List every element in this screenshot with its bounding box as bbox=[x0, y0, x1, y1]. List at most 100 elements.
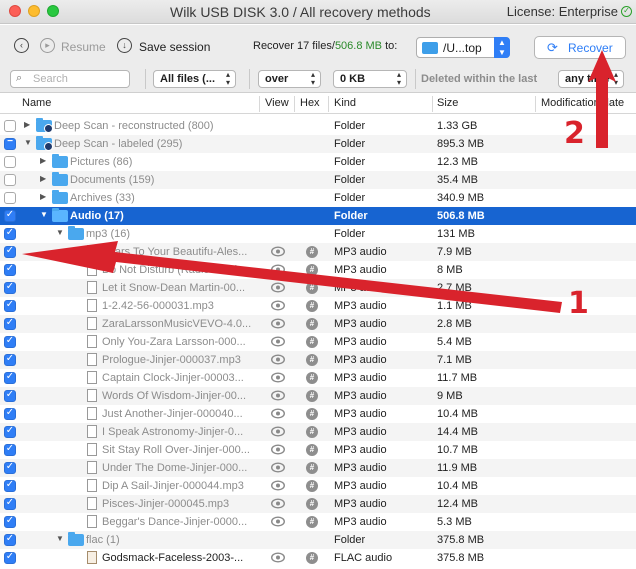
column-view[interactable]: View bbox=[265, 97, 289, 109]
hex-view-icon[interactable]: # bbox=[306, 246, 318, 258]
preview-eye-icon[interactable] bbox=[271, 390, 285, 401]
preview-eye-icon[interactable] bbox=[271, 264, 285, 275]
preview-eye-icon[interactable] bbox=[271, 426, 285, 437]
column-divider[interactable] bbox=[535, 96, 536, 112]
back-icon[interactable]: ‹ bbox=[14, 38, 29, 53]
table-row[interactable]: ✓ Sit Stay Roll Over-Jinjer-000... # MP3 au… bbox=[0, 441, 636, 459]
disclosure-right-icon[interactable]: ▶ bbox=[40, 156, 46, 165]
hex-view-icon[interactable]: # bbox=[306, 336, 318, 348]
table-row[interactable]: ✓ Scars To Your Beautifu-Ales... # MP3 audi… bbox=[0, 243, 636, 261]
table-row[interactable]: ✓ ZaraLarssonMusicVEVO-4.0... # MP3 audio 2.… bbox=[0, 315, 636, 333]
column-name[interactable]: Name bbox=[22, 97, 51, 109]
resume-icon[interactable]: ▸ bbox=[40, 38, 55, 53]
table-row[interactable]: ✓ Dip A Sail-Jinjer-000044.mp3 # MP3 audio 1… bbox=[0, 477, 636, 495]
row-checkbox[interactable]: ✓ bbox=[4, 335, 16, 348]
table-row[interactable]: ▶ Archives (33) Folder 340.9 MB bbox=[0, 189, 636, 207]
table-row[interactable]: ✓ Beggar's Dance-Jinjer-0000... # MP3 audio… bbox=[0, 513, 636, 531]
save-session-icon[interactable]: ↓ bbox=[117, 38, 132, 53]
row-checkbox[interactable] bbox=[4, 120, 16, 132]
row-checkbox[interactable]: ✓ bbox=[4, 443, 16, 456]
disclosure-right-icon[interactable]: ▶ bbox=[40, 174, 46, 183]
column-divider[interactable] bbox=[294, 96, 295, 112]
hex-view-icon[interactable]: # bbox=[306, 354, 318, 366]
row-checkbox[interactable]: − bbox=[4, 136, 16, 150]
table-row[interactable]: ✓ ▼ flac (1) Folder 375.8 MB bbox=[0, 531, 636, 549]
disclosure-down-icon[interactable]: ▼ bbox=[56, 534, 64, 543]
row-checkbox[interactable]: ✓ bbox=[4, 515, 16, 528]
hex-view-icon[interactable]: # bbox=[306, 516, 318, 528]
row-checkbox[interactable]: ✓ bbox=[4, 497, 16, 510]
table-row[interactable]: ✓ Pisces-Jinjer-000045.mp3 # MP3 audio 12.4 … bbox=[0, 495, 636, 513]
row-checkbox[interactable]: ✓ bbox=[4, 425, 16, 438]
hex-view-icon[interactable]: # bbox=[306, 462, 318, 474]
column-kind[interactable]: Kind bbox=[334, 97, 356, 109]
preview-eye-icon[interactable] bbox=[271, 318, 285, 329]
table-row[interactable]: ✓ Let it Snow-Dean Martin-00... # MP3 audio… bbox=[0, 279, 636, 297]
disclosure-down-icon[interactable]: ▼ bbox=[56, 228, 64, 237]
disclosure-down-icon[interactable]: ▼ bbox=[40, 210, 48, 219]
hex-view-icon[interactable]: # bbox=[306, 372, 318, 384]
disclosure-right-icon[interactable]: ▶ bbox=[24, 120, 30, 129]
row-checkbox[interactable]: ✓ bbox=[4, 533, 16, 546]
resume-button[interactable]: Resume bbox=[61, 40, 106, 54]
row-checkbox[interactable]: ✓ bbox=[4, 371, 16, 384]
hex-view-icon[interactable]: # bbox=[306, 552, 318, 564]
row-checkbox[interactable]: ✓ bbox=[4, 281, 16, 294]
row-checkbox[interactable]: ✓ bbox=[4, 245, 16, 258]
search-input[interactable] bbox=[33, 72, 127, 86]
row-checkbox[interactable]: ✓ bbox=[4, 407, 16, 420]
column-modification-date[interactable]: Modification date bbox=[541, 97, 624, 109]
row-checkbox[interactable]: ✓ bbox=[4, 353, 16, 366]
table-row[interactable]: ✓ Do Not Disturb (Radio Versio... # MP3 aud… bbox=[0, 261, 636, 279]
row-checkbox[interactable]: ✓ bbox=[4, 209, 16, 222]
column-divider[interactable] bbox=[432, 96, 433, 112]
column-divider[interactable] bbox=[328, 96, 329, 112]
row-checkbox[interactable]: ✓ bbox=[4, 551, 16, 564]
preview-eye-icon[interactable] bbox=[271, 498, 285, 509]
maximize-window-button[interactable] bbox=[47, 5, 59, 17]
preview-eye-icon[interactable] bbox=[271, 480, 285, 491]
table-row[interactable]: − ▼ Deep Scan - labeled (295) Folder 895… bbox=[0, 135, 636, 153]
table-row[interactable]: ▶ Documents (159) Folder 35.4 MB bbox=[0, 171, 636, 189]
preview-eye-icon[interactable] bbox=[271, 354, 285, 365]
size-value-select[interactable]: 0 KB ▴ ▾ bbox=[333, 70, 407, 88]
disclosure-right-icon[interactable]: ▶ bbox=[40, 192, 46, 201]
time-range-select[interactable]: any time ▴ ▾ bbox=[558, 70, 624, 88]
table-row[interactable]: ✓ Prologue-Jinjer-000037.mp3 # MP3 audio 7.1… bbox=[0, 351, 636, 369]
table-row[interactable]: ✓ Only You-Zara Larsson-000... # MP3 audio 5… bbox=[0, 333, 636, 351]
hex-view-icon[interactable]: # bbox=[306, 426, 318, 438]
file-type-select[interactable]: All files (... ▴ ▾ bbox=[153, 70, 236, 88]
row-checkbox[interactable]: ✓ bbox=[4, 461, 16, 474]
table-row[interactable]: ▶ Pictures (86) Folder 12.3 MB bbox=[0, 153, 636, 171]
table-row[interactable]: ✓ Godsmack-Faceless-2003-... # FLAC audi… bbox=[0, 549, 636, 567]
preview-eye-icon[interactable] bbox=[271, 444, 285, 455]
hex-view-icon[interactable]: # bbox=[306, 318, 318, 330]
recover-button[interactable]: ⟳ Recover bbox=[534, 36, 626, 59]
hex-view-icon[interactable]: # bbox=[306, 480, 318, 492]
table-row[interactable]: ✓ Just Another-Jinjer-000040... # MP3 audio… bbox=[0, 405, 636, 423]
preview-eye-icon[interactable] bbox=[271, 282, 285, 293]
size-operator-select[interactable]: over ▴ ▾ bbox=[258, 70, 321, 88]
row-checkbox[interactable] bbox=[4, 174, 16, 186]
hex-view-icon[interactable]: # bbox=[306, 264, 318, 276]
table-row[interactable]: ▶ Deep Scan - reconstructed (800) Folder… bbox=[0, 117, 636, 135]
preview-eye-icon[interactable] bbox=[271, 300, 285, 311]
hex-view-icon[interactable]: # bbox=[306, 408, 318, 420]
preview-eye-icon[interactable] bbox=[271, 516, 285, 527]
row-checkbox[interactable]: ✓ bbox=[4, 317, 16, 330]
hex-view-icon[interactable]: # bbox=[306, 498, 318, 510]
preview-eye-icon[interactable] bbox=[271, 372, 285, 383]
table-row[interactable]: ✓ Under The Dome-Jinjer-000... # MP3 audio 1… bbox=[0, 459, 636, 477]
table-row[interactable]: ✓ Captain Clock-Jinjer-00003... # MP3 audio… bbox=[0, 369, 636, 387]
table-row[interactable]: ✓ 1-2.42-56-000031.mp3 # MP3 audio 1.1 MB bbox=[0, 297, 636, 315]
hex-view-icon[interactable]: # bbox=[306, 390, 318, 402]
hex-view-icon[interactable]: # bbox=[306, 282, 318, 294]
column-hex[interactable]: Hex bbox=[300, 97, 320, 109]
close-window-button[interactable] bbox=[9, 5, 21, 17]
preview-eye-icon[interactable] bbox=[271, 408, 285, 419]
table-row[interactable]: ✓ I Speak Astronomy-Jinjer-0... # MP3 audio… bbox=[0, 423, 636, 441]
hex-view-icon[interactable]: # bbox=[306, 444, 318, 456]
disclosure-down-icon[interactable]: ▼ bbox=[24, 138, 32, 147]
row-checkbox[interactable] bbox=[4, 192, 16, 204]
table-row-selected[interactable]: ✓ ▼ Audio (17) Folder 506.8 MB bbox=[0, 207, 636, 225]
